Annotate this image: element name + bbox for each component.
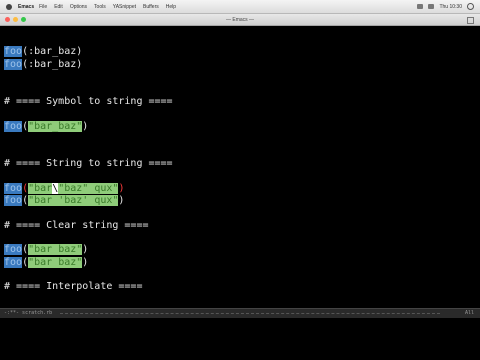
function-name: foo <box>4 257 23 268</box>
code-line: foo("bar baz") <box>4 244 89 255</box>
function-name: foo <box>4 121 23 132</box>
menu-file[interactable]: File <box>39 4 47 10</box>
mode-line-position: All <box>464 310 474 316</box>
menu-buffers[interactable]: Buffers <box>143 4 159 10</box>
clock[interactable]: Thu 10:30 <box>439 4 462 10</box>
comment-line: # ==== Interpolate ==== <box>4 281 143 292</box>
editor-buffer[interactable]: foo(:bar_baz) foo(:bar_baz) # ==== Symbo… <box>0 26 480 308</box>
fullscreen-icon[interactable] <box>467 17 474 24</box>
function-name: foo <box>4 59 23 70</box>
battery-icon[interactable] <box>428 4 435 9</box>
menu-options[interactable]: Options <box>70 4 87 10</box>
function-name: foo <box>4 46 23 57</box>
status-area: Thu 10:30 <box>417 3 474 10</box>
string-literal: "bar baz" <box>28 244 83 255</box>
code-line: foo("bar 'baz' qux") <box>4 195 125 206</box>
string-literal: "bar baz" <box>28 257 83 268</box>
comment-line: # ==== Symbol to string ==== <box>4 96 173 107</box>
menu-tools[interactable]: Tools <box>94 4 106 10</box>
code-line: foo("bar_baz") <box>4 121 89 132</box>
mode-line: -:**- scratch.rb All <box>0 308 480 318</box>
symbol-literal: :bar_baz <box>28 59 77 70</box>
menu-yasnippet[interactable]: YASnippet <box>113 4 136 10</box>
code-line: foo("bar\"baz" qux") <box>4 183 125 194</box>
minibuffer[interactable] <box>0 318 480 360</box>
window-title-bar: — Emacs — <box>0 14 480 26</box>
mode-line-buffer: -:**- scratch.rb <box>4 310 53 316</box>
string-literal: "baz" qux" <box>58 183 119 194</box>
function-name: foo <box>4 195 23 206</box>
comment-line: # ==== Clear string ==== <box>4 220 149 231</box>
symbol-literal: :bar_baz <box>28 46 77 57</box>
code-line: foo(:bar_baz) <box>4 46 83 57</box>
apple-menu-icon[interactable] <box>6 3 12 10</box>
function-name: foo <box>4 183 23 194</box>
menu-bar: Emacs File Edit Options Tools YASnippet … <box>0 0 480 14</box>
code-line: foo(:bar_baz) <box>4 59 83 70</box>
comment-line: # ==== String to string ==== <box>4 158 173 169</box>
window-title: — Emacs — <box>225 17 255 23</box>
wifi-icon[interactable] <box>417 4 424 9</box>
mode-line-fill <box>60 313 440 315</box>
menu-app-name[interactable]: Emacs <box>18 4 34 10</box>
menu-edit[interactable]: Edit <box>54 4 63 10</box>
string-literal: "bar_baz" <box>28 121 83 132</box>
code-line: foo("bar baz") <box>4 257 89 268</box>
spotlight-icon[interactable] <box>467 3 474 10</box>
string-literal: "bar <box>28 183 53 194</box>
string-literal: "bar 'baz' qux" <box>28 195 119 206</box>
menu-help[interactable]: Help <box>166 4 176 10</box>
function-name: foo <box>4 244 23 255</box>
